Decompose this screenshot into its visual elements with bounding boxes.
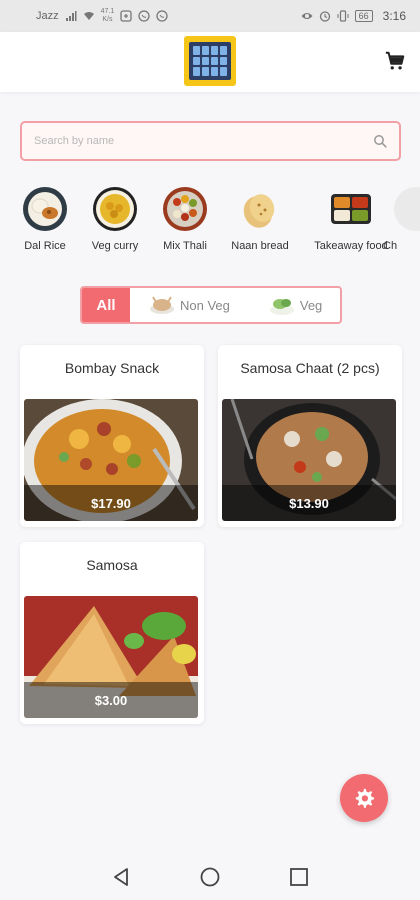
chicken-icon <box>150 296 174 314</box>
takeaway-food-image <box>328 186 374 232</box>
price-band: $3.00 <box>24 682 198 718</box>
filter-veg-button[interactable]: Veg <box>268 294 322 316</box>
category-label: Ch <box>383 240 398 252</box>
filter-nonveg-label: Non Veg <box>180 297 230 313</box>
product-image[interactable]: $17.90 <box>24 399 198 521</box>
search-input[interactable] <box>34 135 373 147</box>
product-card-bombay-snack[interactable]: Bombay Snack $17.90 <box>20 345 204 527</box>
status-left: Jazz 47.1 K/s <box>36 8 168 24</box>
mix-thali-image <box>163 187 207 231</box>
search-bar[interactable] <box>20 121 401 161</box>
logo-grid <box>189 42 231 80</box>
category-naan-bread[interactable]: Naan bread <box>215 186 305 252</box>
settings-gear-icon <box>355 788 375 808</box>
product-name: Samosa Chaat (2 pcs) <box>240 360 380 376</box>
product-price: $13.90 <box>289 495 329 511</box>
shopping-cart-icon[interactable] <box>384 50 406 72</box>
system-nav-bar <box>0 852 420 900</box>
status-right: 66 3:16 <box>301 9 406 23</box>
status-bar: Jazz 47.1 K/s 66 3:16 <box>0 0 420 32</box>
vibrate-icon <box>337 10 349 22</box>
net-speed-value: 47.1 <box>100 8 115 15</box>
battery-level: 66 <box>354 10 373 22</box>
filter-all-label: All <box>96 296 116 314</box>
whatsapp-icon-2 <box>156 10 168 22</box>
app-logo[interactable] <box>184 36 236 86</box>
product-price: $17.90 <box>91 495 131 511</box>
product-card-samosa[interactable]: Samosa $3.00 <box>20 542 204 724</box>
product-image[interactable]: $13.90 <box>222 399 396 521</box>
filter-all-button[interactable]: All <box>82 288 130 322</box>
eye-icon <box>301 13 313 19</box>
veg-curry-image <box>93 187 137 231</box>
category-partial[interactable]: Ch <box>379 186 420 252</box>
diet-filter[interactable]: All Non Veg Veg <box>80 286 342 324</box>
product-price: $3.00 <box>94 692 128 708</box>
net-speed: 47.1 K/s <box>101 8 115 24</box>
filter-nonveg-button[interactable]: Non Veg <box>148 294 230 316</box>
alarm-icon <box>319 11 330 22</box>
signal-icon <box>65 11 77 21</box>
notification-icon <box>120 10 132 22</box>
product-card-samosa-chaat[interactable]: Samosa Chaat (2 pcs) $13.90 <box>218 345 402 527</box>
price-band: $13.90 <box>222 485 396 521</box>
naan-bread-image <box>237 186 283 232</box>
search-icon[interactable] <box>373 134 387 148</box>
clock: 3:16 <box>382 9 406 23</box>
wifi-icon <box>83 12 94 20</box>
carrier-label: Jazz <box>36 10 59 22</box>
whatsapp-icon <box>138 10 150 22</box>
price-band: $17.90 <box>24 485 198 521</box>
product-image[interactable]: $3.00 <box>24 596 198 718</box>
home-circle-icon[interactable] <box>199 866 221 888</box>
product-name: Bombay Snack <box>64 360 160 376</box>
category-label: Naan bread <box>231 240 289 252</box>
salad-icon <box>269 299 294 315</box>
category-partial-image <box>394 187 420 231</box>
recents-square-icon[interactable] <box>288 866 310 888</box>
product-name: Samosa <box>86 557 138 573</box>
net-speed-unit: K/s <box>102 16 113 23</box>
settings-fab-button[interactable] <box>340 774 388 822</box>
filter-veg-label: Veg <box>299 297 323 313</box>
app-bar <box>0 32 420 92</box>
dal-rice-image <box>23 187 67 231</box>
category-strip[interactable]: Dal Rice Veg curry Mix Thali Naan bread … <box>0 186 420 258</box>
back-triangle-icon[interactable] <box>110 866 132 888</box>
